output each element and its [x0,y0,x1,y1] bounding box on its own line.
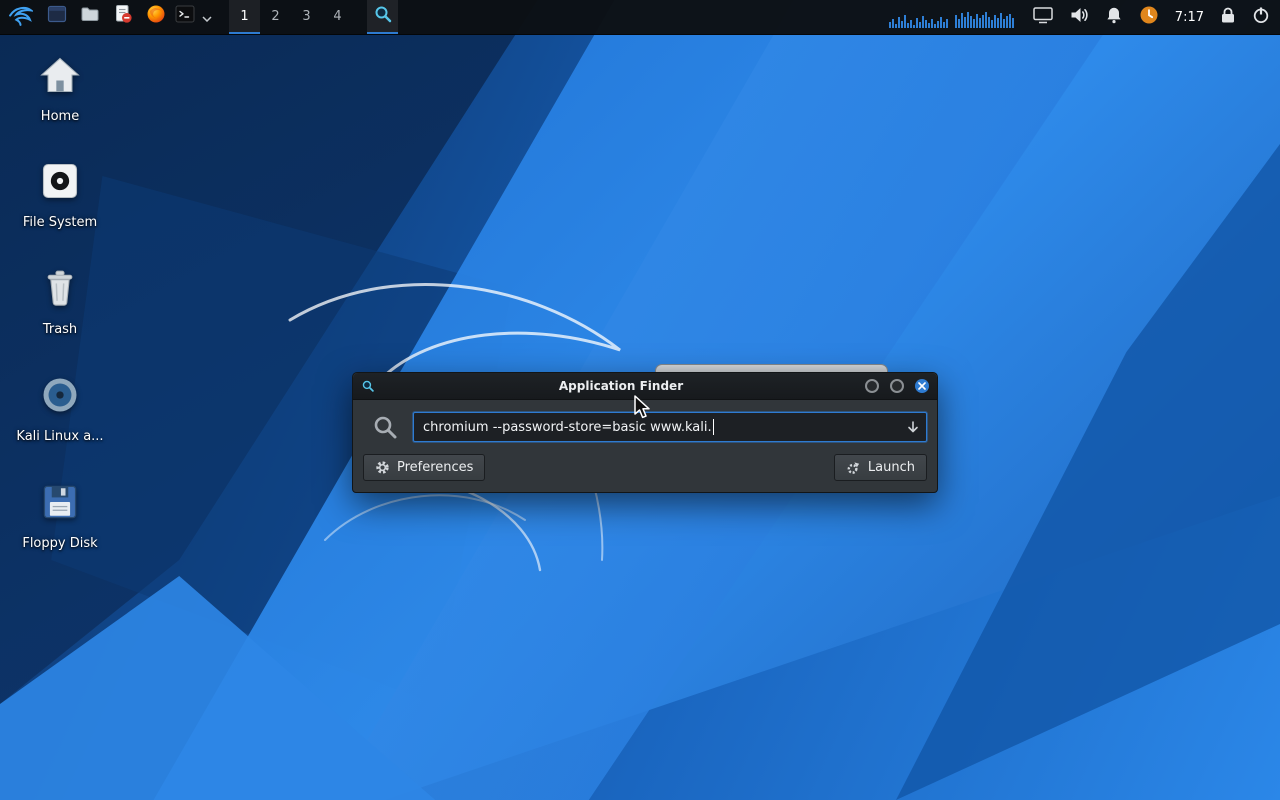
workspace-3[interactable]: 3 [291,0,322,34]
desktop-icon-label: File System [23,215,97,230]
file-system-drive-icon [37,158,83,204]
dropdown-arrow-icon[interactable] [906,420,920,435]
kali-menu-icon [8,2,33,31]
titlebar[interactable]: Application Finder [353,373,937,400]
lock-screen-button[interactable] [1220,0,1236,34]
launch-label: Launch [868,460,915,475]
workspace-2[interactable]: 2 [260,0,291,34]
clock[interactable]: 7:17 [1175,0,1204,34]
preferences-button[interactable]: Preferences [363,454,485,481]
activity-graph[interactable] [889,0,1017,34]
maximize-button[interactable] [890,379,904,393]
file-manager-icon [80,4,100,28]
notifications-indicator[interactable] [1105,0,1123,34]
workspace-4[interactable]: 4 [322,0,353,34]
workspace-label: 2 [271,9,279,24]
search-icon [372,414,398,440]
app-finder-icon [361,379,377,393]
workspace-1[interactable]: 1 [229,0,260,34]
close-icon [918,382,926,390]
desktop-icon-floppy[interactable]: Floppy Disk [0,479,120,551]
finder-body: chromium --password-store=basic www.kali… [353,400,937,492]
workspace-label: 1 [240,9,248,24]
launcher-text-editor[interactable] [106,0,139,34]
desktop-icon-kali-cd[interactable]: Kali Linux a... [0,372,120,444]
lock-icon [1220,6,1236,28]
desktop-icon-label: Floppy Disk [22,536,97,551]
kali-disc-icon [37,372,83,418]
workspace-label: 4 [333,9,341,24]
search-input-value: chromium --password-store=basic www.kali… [423,420,712,435]
minimize-button[interactable] [865,379,879,393]
display-icon [1033,7,1053,28]
workspace-label: 3 [302,9,310,24]
power-icon [1252,6,1270,28]
top-panel: 1 2 3 4 [0,0,1280,35]
launch-button[interactable]: Launch [834,454,927,481]
launch-icon [846,460,861,475]
application-finder-window: Application Finder chromium --password-s… [352,372,938,493]
volume-indicator[interactable] [1069,0,1089,34]
desktop-icon-label: Home [41,109,79,124]
applications-menu-button[interactable] [0,0,40,34]
desktop-icon-file-system[interactable]: File System [0,158,120,230]
launcher-terminal[interactable] [172,0,198,34]
desktop-icon-home[interactable]: Home [0,52,120,124]
launcher-file-manager[interactable] [73,0,106,34]
volume-icon [1069,6,1089,28]
search-row: chromium --password-store=basic www.kali… [363,412,927,442]
system-tray: 7:17 [889,0,1280,34]
launcher-firefox[interactable] [139,0,172,34]
clock-label: 7:17 [1175,10,1204,25]
terminal-dropdown-button[interactable] [198,0,215,34]
home-icon [37,52,83,98]
orange-clock-status-icon [1139,5,1159,29]
desktop-icon-trash[interactable]: Trash [0,265,120,337]
workspace-switcher: 1 2 3 4 [229,0,353,34]
desktop-icon-label: Kali Linux a... [16,429,103,444]
gear-icon [375,460,390,475]
floppy-disk-icon [37,479,83,525]
terminal-icon [175,4,195,28]
close-button[interactable] [915,379,929,393]
window-title: Application Finder [377,379,865,393]
trash-icon [37,265,83,311]
preferences-label: Preferences [397,460,473,475]
notifications-bell-icon [1105,6,1123,28]
display-indicator[interactable] [1033,0,1053,34]
desktop-icon-label: Trash [43,322,77,337]
status-indicator-orange[interactable] [1139,0,1159,34]
window-app-icon [47,4,67,28]
power-button[interactable] [1252,0,1270,34]
button-row: Preferences Launch [363,454,927,481]
window-controls [865,379,929,393]
launcher-window-app[interactable] [40,0,73,34]
taskbar-app-finder-button[interactable] [367,0,398,34]
search-input[interactable]: chromium --password-store=basic www.kali… [413,412,927,442]
app-finder-icon [373,4,393,28]
firefox-icon [146,4,166,28]
text-editor-icon [113,4,133,28]
text-caret [713,419,715,435]
chevron-down-icon [202,7,212,26]
